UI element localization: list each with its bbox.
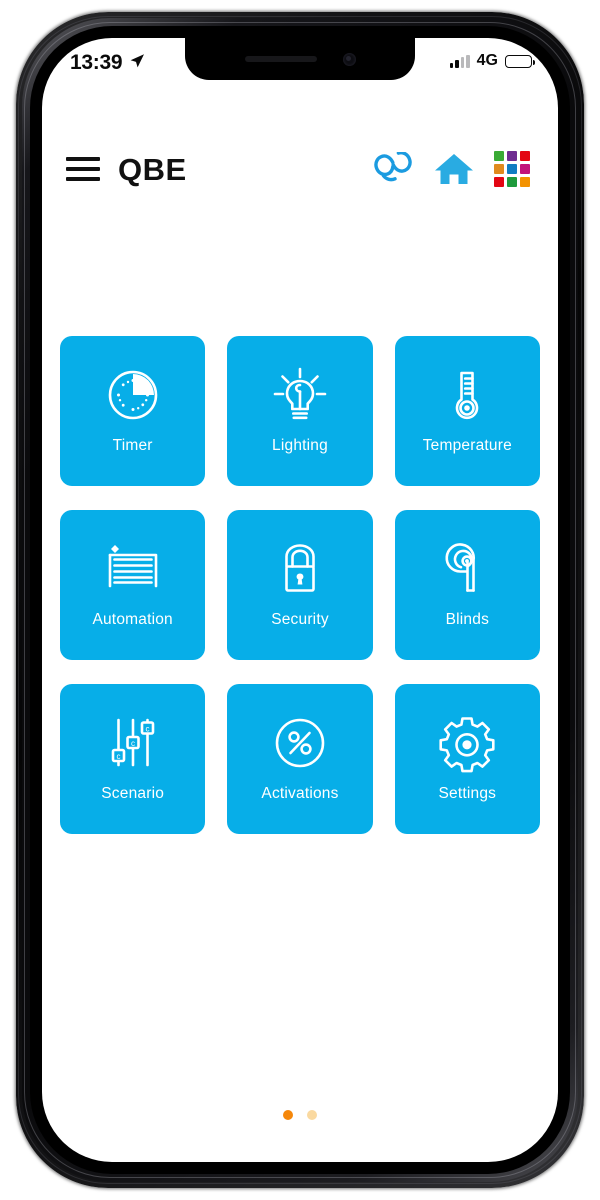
timer-clock-icon	[104, 364, 162, 426]
tile-label: Security	[271, 611, 329, 629]
tile-activations[interactable]: Activations	[227, 684, 373, 834]
cloud-sync-icon[interactable]	[372, 152, 414, 186]
apps-grid-cell-4	[494, 164, 504, 174]
apps-grid-cell-8	[507, 177, 517, 187]
page-dot-1-active[interactable]	[283, 1110, 293, 1120]
app-header: QBE	[42, 138, 558, 200]
app-header-left: QBE	[66, 154, 187, 185]
apps-grid-icon[interactable]	[494, 151, 530, 187]
svg-text:c: c	[145, 725, 149, 734]
battery-icon	[505, 54, 535, 68]
network-type-label: 4G	[476, 52, 498, 69]
rolling-blind-icon	[438, 538, 496, 600]
tile-temperature[interactable]: Temperature	[394, 336, 540, 486]
tile-automation[interactable]: Automation	[60, 510, 206, 660]
tile-lighting[interactable]: Lighting	[227, 336, 373, 486]
phone-screen: 13:39 4G QBE Timer Lighting Temperature …	[42, 38, 558, 1162]
tile-label: Blinds	[445, 611, 490, 629]
tile-label: Temperature	[422, 437, 512, 455]
light-bulb-icon	[270, 364, 330, 426]
tile-label: Timer	[112, 437, 153, 455]
thermometer-icon	[440, 364, 494, 426]
tile-security[interactable]: Security	[227, 510, 373, 660]
gear-icon	[437, 712, 497, 774]
app-title: QBE	[118, 151, 187, 187]
svg-text:c: c	[131, 739, 135, 748]
apps-grid-cell-6	[520, 164, 530, 174]
signal-bars-icon	[449, 54, 470, 68]
apps-grid-cell-5	[507, 164, 517, 174]
location-arrow-icon	[130, 54, 145, 68]
percent-circle-icon	[271, 712, 329, 774]
hamburger-menu-icon[interactable]	[66, 157, 100, 181]
tile-label: Settings	[438, 785, 497, 803]
earpiece-speaker	[244, 56, 317, 62]
tile-scenario[interactable]: c c c Scenario	[60, 684, 206, 834]
tile-label: Lighting	[272, 437, 328, 455]
tile-label: Scenario	[101, 785, 165, 803]
page-indicator	[42, 1110, 558, 1120]
front-camera-icon	[342, 52, 356, 66]
apps-grid-cell-2	[507, 151, 517, 161]
apps-grid-cell-9	[520, 177, 530, 187]
padlock-icon	[272, 538, 328, 600]
status-bar-left: 13:39	[70, 50, 145, 73]
tile-settings[interactable]: Settings	[394, 684, 540, 834]
apps-grid-cell-7	[494, 177, 504, 187]
app-header-right	[372, 151, 530, 187]
page-dot-2[interactable]	[307, 1110, 317, 1120]
tile-timer[interactable]: Timer	[60, 336, 206, 486]
tile-label: Automation	[92, 611, 173, 629]
phone-notch	[185, 38, 415, 80]
svg-text:c: c	[116, 752, 120, 761]
screenshot-root: 13:39 4G QBE Timer Lighting Temperature …	[0, 0, 600, 1200]
sliders-icon: c c c	[104, 712, 162, 774]
status-time: 13:39	[70, 50, 123, 74]
tile-label: Activations	[261, 785, 339, 803]
home-icon[interactable]	[434, 152, 474, 186]
tile-blinds[interactable]: Blinds	[394, 510, 540, 660]
status-bar-right: 4G	[449, 52, 535, 69]
apps-grid-cell-3	[520, 151, 530, 161]
apps-grid-cell-1	[494, 151, 504, 161]
feature-tile-grid: Timer Lighting Temperature Automation Se…	[42, 336, 558, 834]
garage-door-icon	[102, 538, 164, 600]
